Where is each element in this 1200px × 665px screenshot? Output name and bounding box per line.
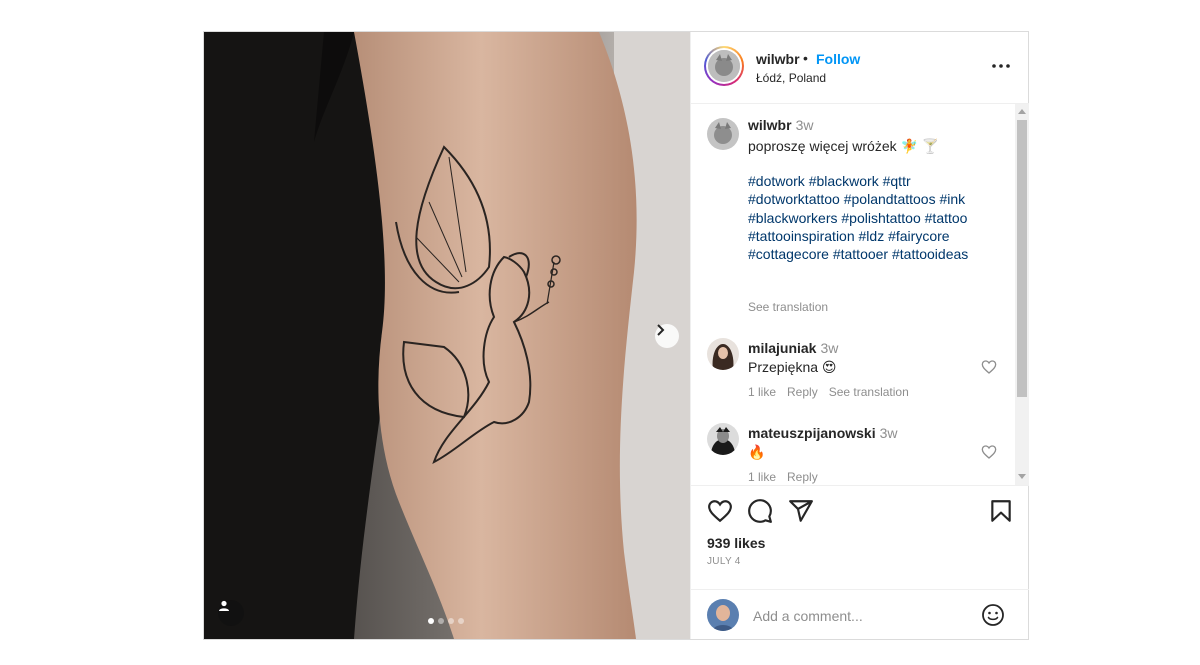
likes-count[interactable]: 939 likes [707,535,765,551]
add-comment-bar [691,589,1029,641]
scroll-thumb[interactable] [1017,120,1027,397]
post-location[interactable]: Łódź, Poland [756,71,826,85]
follow-button[interactable]: Follow [816,51,860,67]
comment-header: mateuszpijanowski 3w [748,425,898,441]
comment-header: milajuniak 3w [748,340,838,356]
avatar [707,599,739,631]
header-separator: • [803,50,808,66]
more-horizontal-icon [992,64,1010,68]
avatar[interactable] [707,338,739,370]
hashtags: #dotwork #blackwork #qttr #dotworktattoo… [748,172,1008,263]
emoji-icon [982,604,1004,626]
add-comment-input[interactable] [751,605,975,627]
heart-icon [981,360,997,374]
emoji-button[interactable] [981,603,1005,627]
caption-see-translation[interactable]: See translation [748,300,828,314]
avatar[interactable] [707,423,739,455]
see-translation-button[interactable]: See translation [829,385,909,399]
carousel-indicator [428,618,464,624]
comment-time[interactable]: 3w [880,425,898,441]
comments-scrollbar[interactable] [1015,104,1029,485]
comment-button[interactable] [747,498,773,524]
comment-text: 🔥 [748,444,766,460]
caption-time[interactable]: 3w [796,117,814,133]
reply-button[interactable]: Reply [787,470,818,484]
comment-meta: 1 like Reply [748,470,829,484]
reply-button[interactable]: Reply [787,385,818,399]
comment-time[interactable]: 3w [820,340,838,356]
hashtag-line[interactable]: #tattooinspiration #ldz #fairycore [748,227,1008,245]
heart-icon [981,445,997,459]
carousel-dot [458,618,464,624]
save-button[interactable] [988,498,1014,524]
comment-like-button[interactable] [981,444,997,460]
author-username[interactable]: wilwbr [756,51,800,67]
user-tag-icon [219,600,229,611]
caption-text: poproszę więcej wróżek 🧚 🍸 [748,138,940,154]
author-avatar[interactable] [704,46,744,86]
heart-icon [708,500,732,523]
send-icon [789,500,813,522]
hashtag-line[interactable]: #cottagecore #tattooer #tattooideas [748,245,1008,263]
share-button[interactable] [788,498,814,524]
post-date: JULY 4 [707,556,741,567]
comment-likes[interactable]: 1 like [748,385,776,399]
hashtag-line[interactable]: #dotworktattoo #polandtattoos #ink [748,190,1008,208]
avatar[interactable] [707,118,739,150]
carousel-dot [448,618,454,624]
post-image[interactable] [204,32,690,639]
avatar [708,50,740,82]
hashtag-line[interactable]: #blackworkers #polishtattoo #tattoo [748,209,1008,227]
hashtag-line[interactable]: #dotwork #blackwork #qttr [748,172,1008,190]
next-slide-button[interactable] [655,324,679,348]
carousel-dot [438,618,444,624]
post-actions: 939 likes JULY 4 [691,485,1029,640]
instagram-post-modal: wilwbr • Follow Łódź, Poland wilwbr 3w p… [203,31,1029,640]
more-options-button[interactable] [989,56,1013,76]
post-header: wilwbr • Follow Łódź, Poland [691,32,1029,104]
post-side-panel: wilwbr • Follow Łódź, Poland wilwbr 3w p… [690,32,1029,639]
scroll-down-arrow[interactable] [1018,474,1026,479]
comments-list[interactable]: wilwbr 3w poproszę więcej wróżek 🧚 🍸 #dot… [691,104,1029,485]
user-tag-button[interactable] [218,600,244,626]
comment-meta: 1 like Reply See translation [748,385,920,399]
comment-text: Przepiękna 😍 [748,359,837,375]
comment-like-button[interactable] [981,359,997,375]
chevron-right-icon [657,324,665,336]
comment-username[interactable]: mateuszpijanowski [748,425,876,441]
bookmark-icon [991,500,1011,522]
caption-username[interactable]: wilwbr [748,117,792,133]
like-button[interactable] [707,498,733,524]
comment-likes[interactable]: 1 like [748,470,776,484]
carousel-dot [428,618,434,624]
comment-username[interactable]: milajuniak [748,340,816,356]
caption-header: wilwbr 3w [748,117,813,133]
scroll-up-arrow[interactable] [1018,109,1026,114]
tattoo-photo [204,32,690,639]
comment-icon [748,499,772,523]
